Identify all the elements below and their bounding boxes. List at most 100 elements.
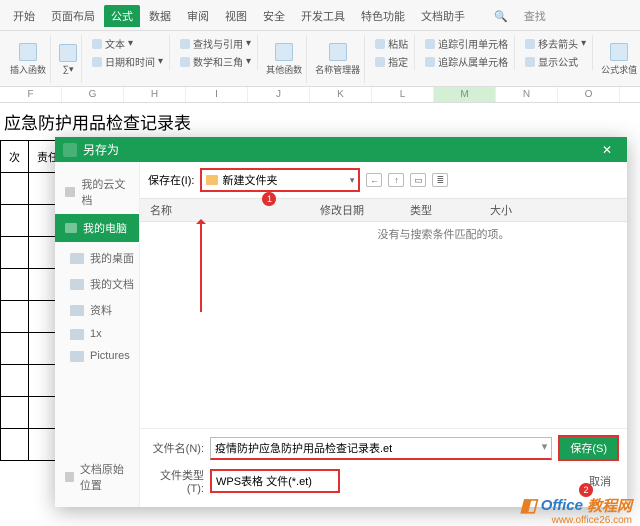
location-value: 新建文件夹 [222, 172, 277, 188]
folder-1x[interactable]: 1x [70, 328, 134, 340]
name-mgr-group[interactable]: 名称管理器 [311, 35, 365, 83]
trace-prec-btn[interactable]: 追踪引用单元格 [421, 35, 512, 52]
tab-dev[interactable]: 开发工具 [294, 5, 352, 27]
document-title: 应急防护用品检查记录表 [0, 103, 640, 140]
filename-input[interactable]: 疫情防护应急防护用品检查记录表.et▾ [210, 437, 552, 460]
col-O[interactable]: O [558, 87, 620, 102]
col-G[interactable]: G [62, 87, 124, 102]
hdr-times: 次 [1, 141, 29, 173]
date-icon [92, 57, 102, 67]
sidebar-origin-label: 文档原始位置 [80, 461, 129, 493]
nav-view-icon[interactable]: ≣ [432, 173, 448, 187]
trace-icon [425, 39, 435, 49]
paste-icon [375, 39, 385, 49]
remove-arrow-label: 移去箭头 [538, 36, 578, 51]
column-headers: F G H I J K L M N O [0, 87, 640, 103]
tab-start[interactable]: 开始 [6, 5, 42, 27]
hdr-date[interactable]: 修改日期 [320, 202, 410, 218]
paste-btn[interactable]: 粘贴 [371, 35, 412, 52]
text-fn-btn[interactable]: 文本▾ [88, 35, 167, 52]
nav-back-icon[interactable]: ← [366, 173, 382, 187]
show-icon [525, 57, 535, 67]
dialog-titlebar: 另存为 ✕ [55, 137, 627, 162]
trace-dep-btn[interactable]: 追踪从属单元格 [421, 53, 512, 70]
nav-up-icon[interactable]: ↑ [388, 173, 404, 187]
filetype-label: 文件类型(T): [148, 467, 204, 495]
empty-msg: 没有与搜索条件匹配的项。 [270, 226, 617, 242]
col-J[interactable]: J [248, 87, 310, 102]
folder-desktop-label: 我的桌面 [90, 250, 134, 266]
assign-btn[interactable]: 指定 [371, 53, 412, 70]
tab-security[interactable]: 安全 [256, 5, 292, 27]
col-N[interactable]: N [496, 87, 558, 102]
dialog-main: 保存在(I): 新建文件夹 ▾ 1 ← ↑ ▭ ≣ 名称 修改日期 类型 [140, 162, 627, 507]
col-M[interactable]: M [434, 87, 496, 102]
tab-review[interactable]: 审阅 [180, 5, 216, 27]
date-fn-label: 日期和时间 [105, 54, 155, 69]
dialog-title: 另存为 [83, 141, 595, 158]
col-F[interactable]: F [0, 87, 62, 102]
file-list: 没有与搜索条件匹配的项。 我的桌面 我的文档 资料 1x Pictures [140, 222, 627, 428]
other-fn-group[interactable]: 其他函数 [262, 35, 307, 83]
hdr-size[interactable]: 大小 [490, 202, 570, 218]
folder-pictures[interactable]: Pictures [70, 350, 134, 362]
sidebar-item-origin[interactable]: 文档原始位置 [55, 455, 139, 499]
text-icon [92, 39, 102, 49]
tab-feature[interactable]: 特色功能 [354, 5, 412, 27]
trace2-icon [425, 57, 435, 67]
close-icon[interactable]: ✕ [595, 143, 619, 157]
folder-icon [70, 329, 84, 340]
tab-formula[interactable]: 公式 [104, 5, 140, 27]
autosum-group[interactable]: ∑▾ [55, 35, 82, 83]
tab-layout[interactable]: 页面布局 [44, 5, 102, 27]
nav-new-icon[interactable]: ▭ [410, 173, 426, 187]
chevron-down-icon: ▾ [350, 175, 355, 186]
folder-docs-label: 我的文档 [90, 276, 134, 292]
show-formula-btn[interactable]: 显示公式 [521, 53, 590, 70]
watermark-url: www.office26.com [552, 515, 632, 526]
name-icon [329, 43, 347, 61]
list-header: 名称 修改日期 类型 大小 [140, 198, 627, 222]
text-fn-label: 文本 [105, 36, 125, 51]
lookup-fn-btn[interactable]: 查找与引用▾ [176, 35, 255, 52]
insert-fn-group[interactable]: 插入函数 [6, 35, 51, 83]
math-icon [180, 57, 190, 67]
folder-1x-label: 1x [90, 328, 102, 340]
save-button[interactable]: 保存(S) [558, 435, 619, 461]
show-formula-label: 显示公式 [538, 54, 578, 69]
eval-label: 公式求值 [601, 63, 637, 76]
col-K[interactable]: K [310, 87, 372, 102]
date-fn-btn[interactable]: 日期和时间▾ [88, 53, 167, 70]
folder-desktop[interactable]: 我的桌面 [70, 250, 134, 266]
eval-icon [610, 43, 628, 61]
chevron-down-icon[interactable]: ▾ [542, 440, 548, 453]
folder-ziliao-label: 资料 [90, 302, 112, 318]
watermark-suffix: 教程网 [587, 495, 632, 516]
col-L[interactable]: L [372, 87, 434, 102]
insert-fn-label: 插入函数 [10, 63, 46, 76]
eval-group[interactable]: 公式求值 [597, 35, 640, 83]
folder-docs[interactable]: 我的文档 [70, 276, 134, 292]
col-H[interactable]: H [124, 87, 186, 102]
folder-icon [70, 351, 84, 362]
lookup-icon [180, 39, 190, 49]
hdr-name[interactable]: 名称 [140, 202, 320, 218]
tab-view[interactable]: 视图 [218, 5, 254, 27]
tab-data[interactable]: 数据 [142, 5, 178, 27]
search-box[interactable]: 🔍 查找 [480, 2, 560, 30]
remove-arrow-btn[interactable]: 移去箭头▾ [521, 35, 590, 52]
filename-label: 文件名(N): [148, 440, 204, 456]
autosum-label: ∑▾ [63, 64, 74, 75]
filetype-combo[interactable]: WPS表格 文件(*.et) [210, 469, 340, 493]
lookup-fn-label: 查找与引用 [193, 36, 243, 51]
math-fn-btn[interactable]: 数学和三角▾ [176, 53, 255, 70]
hdr-type[interactable]: 类型 [410, 202, 490, 218]
sidebar-item-pc[interactable]: 我的电脑 [55, 214, 139, 242]
folder-icon [70, 253, 84, 264]
location-combo[interactable]: 新建文件夹 ▾ 1 [200, 168, 360, 192]
sidebar-item-cloud[interactable]: 我的云文档 [55, 170, 139, 214]
folder-ziliao[interactable]: 资料 [70, 302, 134, 318]
tab-dochelp[interactable]: 文档助手 [414, 5, 472, 27]
col-I[interactable]: I [186, 87, 248, 102]
location-row: 保存在(I): 新建文件夹 ▾ 1 ← ↑ ▭ ≣ [140, 162, 627, 198]
